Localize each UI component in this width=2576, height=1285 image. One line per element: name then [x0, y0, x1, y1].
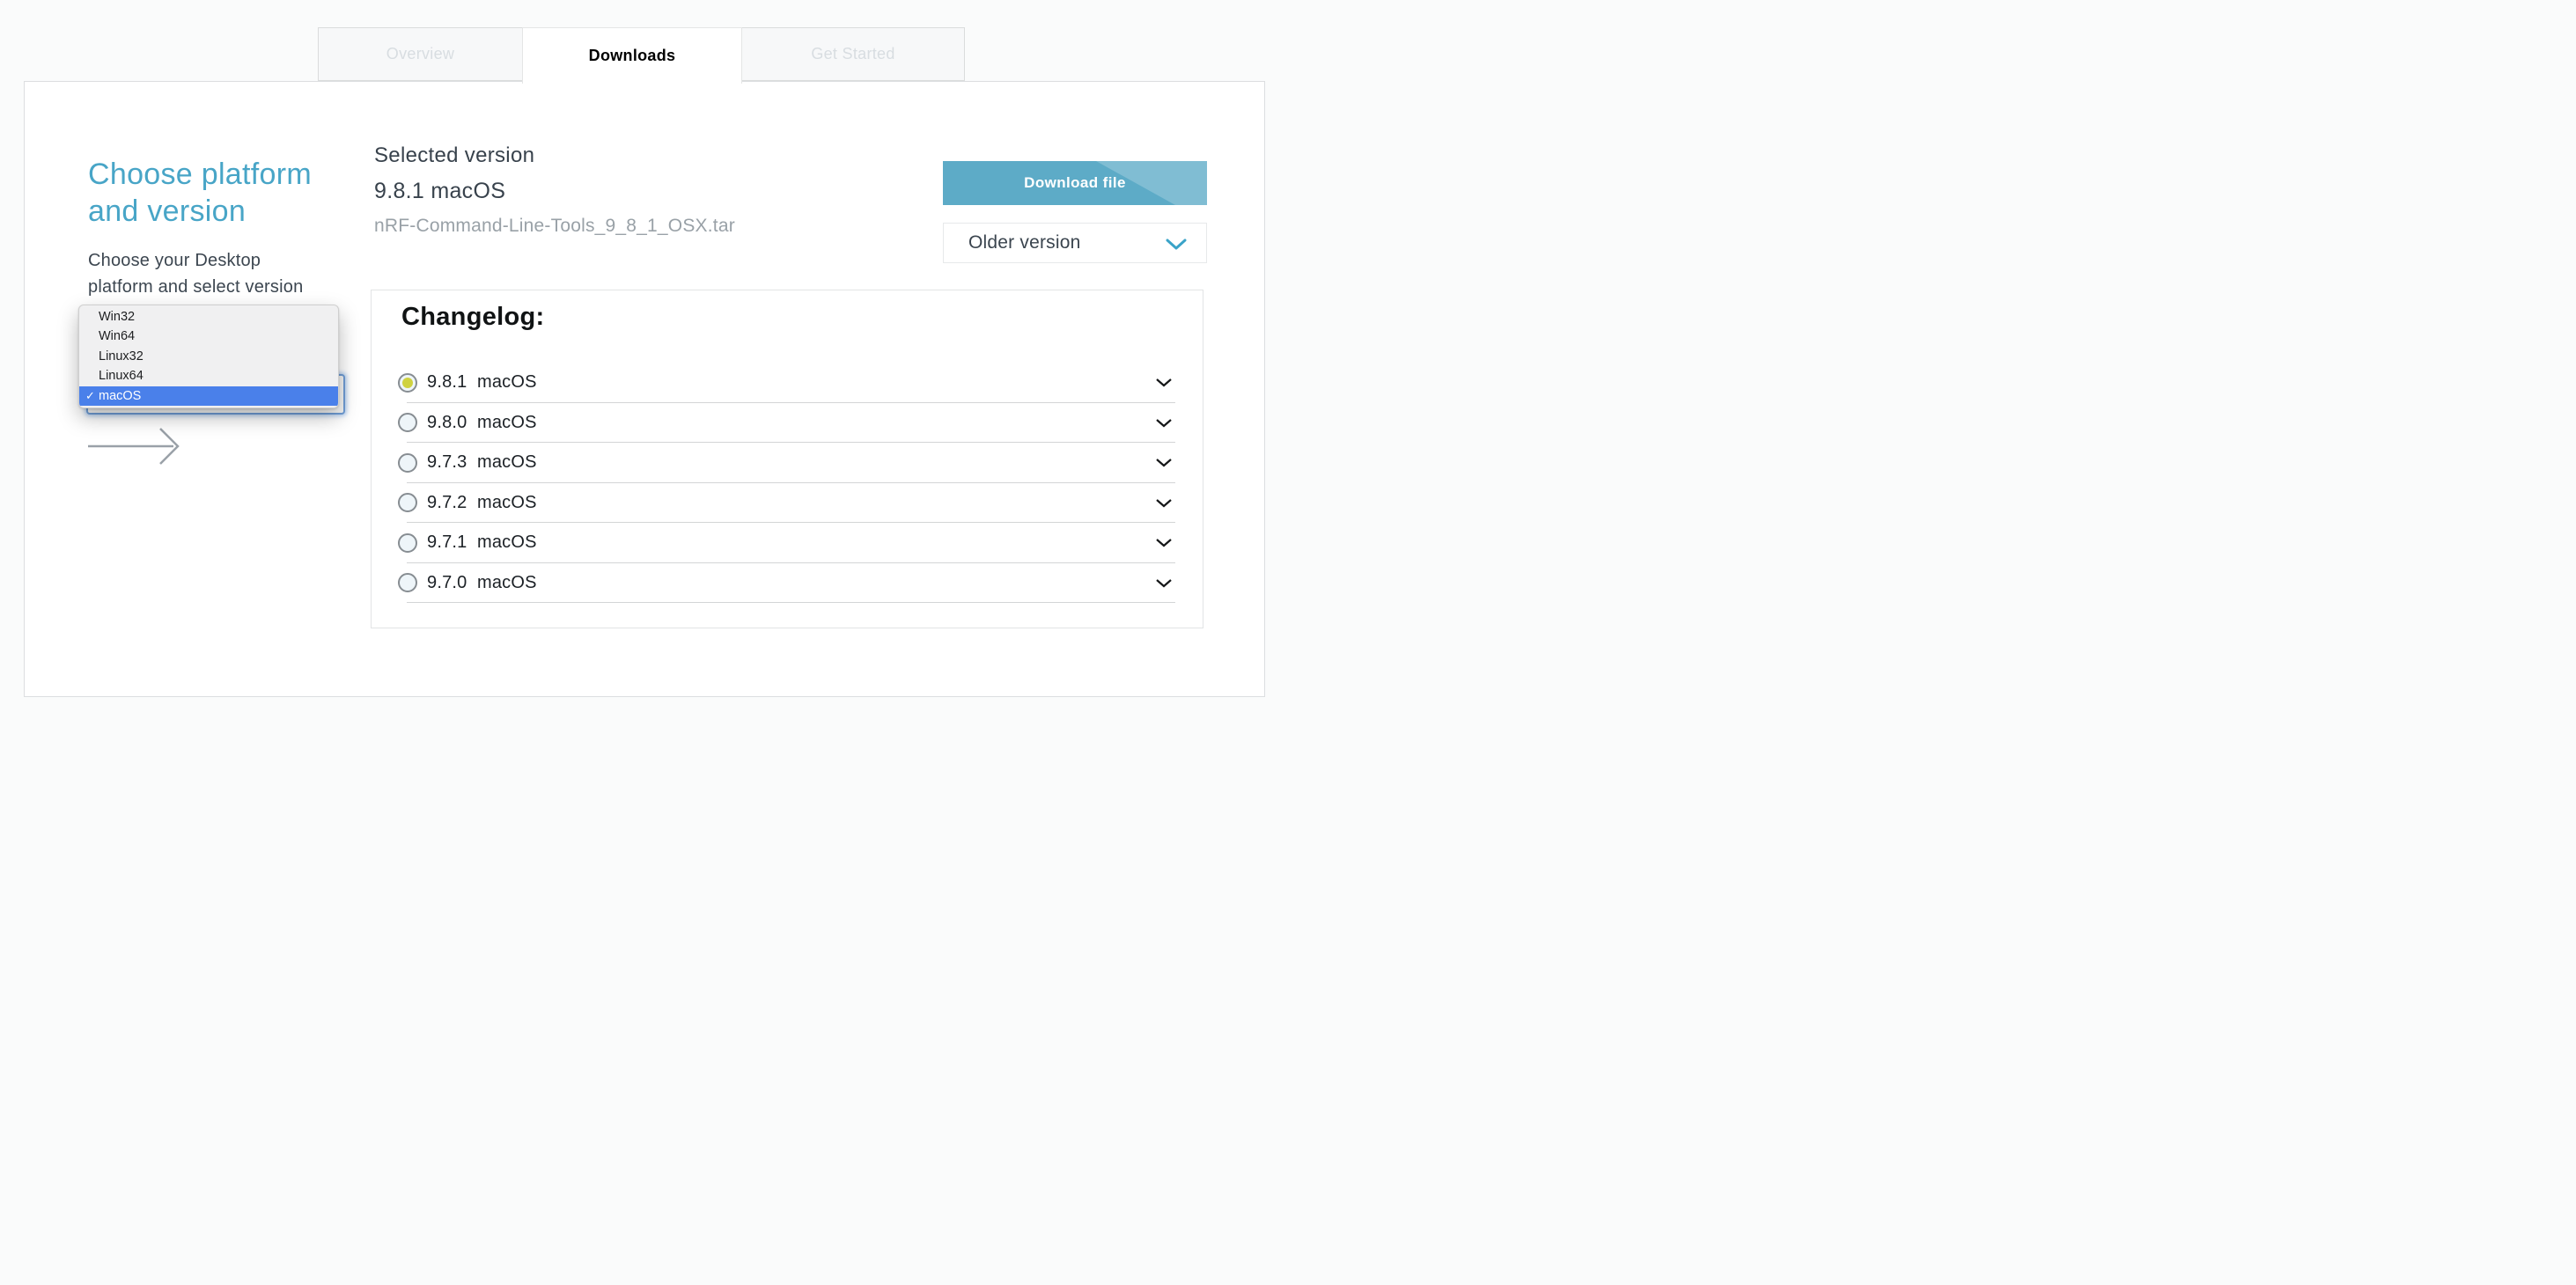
- changelog-version: 9.7.3: [427, 452, 477, 473]
- menu-option-macos[interactable]: ✓ macOS: [79, 386, 338, 406]
- changelog-platform: macOS: [477, 413, 537, 433]
- selected-version-label: Selected version: [374, 143, 534, 168]
- chevron-down-icon[interactable]: [1155, 498, 1173, 508]
- changelog-version: 9.7.1: [427, 532, 477, 553]
- radio-button[interactable]: [398, 373, 417, 393]
- checkmark-icon: ✓: [85, 386, 95, 406]
- choose-platform-heading: Choose platform and version: [88, 156, 312, 230]
- changelog-platform: macOS: [477, 452, 537, 473]
- changelog-platform: macOS: [477, 372, 537, 393]
- chevron-down-icon: [1166, 239, 1187, 250]
- changelog-heading: Changelog:: [401, 303, 545, 332]
- older-version-label: Older version: [968, 232, 1080, 253]
- chevron-down-icon[interactable]: [1155, 418, 1173, 428]
- radio-button[interactable]: [398, 493, 417, 512]
- menu-option-linux64[interactable]: Linux64: [79, 366, 338, 386]
- changelog-version: 9.8.0: [427, 413, 477, 433]
- radio-button[interactable]: [398, 453, 417, 473]
- arrow-right-icon: [87, 426, 186, 471]
- tab-downloads[interactable]: Downloads: [522, 27, 742, 84]
- download-file-label: Download file: [1024, 174, 1126, 192]
- choose-platform-description: Choose your Desktop platform and select …: [88, 247, 303, 300]
- changelog-row-9-8-0[interactable]: 9.8.0 macOS: [372, 403, 1203, 444]
- description-line2: platform and select version: [88, 274, 303, 300]
- radio-button[interactable]: [398, 533, 417, 553]
- changelog-platform: macOS: [477, 532, 537, 553]
- changelog-list: 9.8.1 macOS 9.8.0 macOS 9.7.3 macOS 9.7.…: [372, 363, 1203, 603]
- chevron-down-icon[interactable]: [1155, 378, 1173, 387]
- changelog-row-9-7-3[interactable]: 9.7.3 macOS: [372, 443, 1203, 483]
- platform-dropdown-menu: Win32 Win64 Linux32 Linux64 ✓ macOS: [78, 305, 339, 408]
- changelog-platform: macOS: [477, 573, 537, 593]
- menu-option-win32[interactable]: Win32: [79, 307, 338, 327]
- chevron-down-icon[interactable]: [1155, 458, 1173, 467]
- changelog-row-9-7-1[interactable]: 9.7.1 macOS: [372, 523, 1203, 563]
- tab-bar: Overview Downloads Get Started: [318, 27, 965, 84]
- chevron-down-icon[interactable]: [1155, 578, 1173, 588]
- changelog-row-9-7-2[interactable]: 9.7.2 macOS: [372, 483, 1203, 524]
- changelog-version: 9.7.0: [427, 573, 477, 593]
- older-version-dropdown[interactable]: Older version: [943, 223, 1207, 263]
- menu-option-macos-label: macOS: [99, 389, 141, 403]
- radio-dot: [402, 378, 413, 388]
- selected-version-value: 9.8.1 macOS: [374, 179, 505, 204]
- radio-button[interactable]: [398, 573, 417, 592]
- changelog-version: 9.8.1: [427, 372, 477, 393]
- selected-version-filename: nRF-Command-Line-Tools_9_8_1_OSX.tar: [374, 216, 735, 237]
- download-file-button[interactable]: Download file: [943, 161, 1207, 205]
- chevron-down-icon[interactable]: [1155, 538, 1173, 547]
- tab-overview[interactable]: Overview: [318, 27, 523, 81]
- radio-button[interactable]: [398, 413, 417, 432]
- changelog-panel: Changelog: 9.8.1 macOS 9.8.0 macOS 9.7.3…: [371, 290, 1203, 628]
- changelog-row-9-8-1[interactable]: 9.8.1 macOS: [372, 363, 1203, 403]
- menu-option-linux32[interactable]: Linux32: [79, 347, 338, 366]
- menu-option-win64[interactable]: Win64: [79, 327, 338, 346]
- tab-get-started[interactable]: Get Started: [741, 27, 965, 81]
- choose-platform-heading-line1: Choose platform: [88, 156, 312, 193]
- changelog-row-9-7-0[interactable]: 9.7.0 macOS: [372, 563, 1203, 604]
- changelog-platform: macOS: [477, 493, 537, 513]
- choose-platform-heading-line2: and version: [88, 193, 312, 230]
- description-line1: Choose your Desktop: [88, 247, 303, 274]
- changelog-version: 9.7.2: [427, 493, 477, 513]
